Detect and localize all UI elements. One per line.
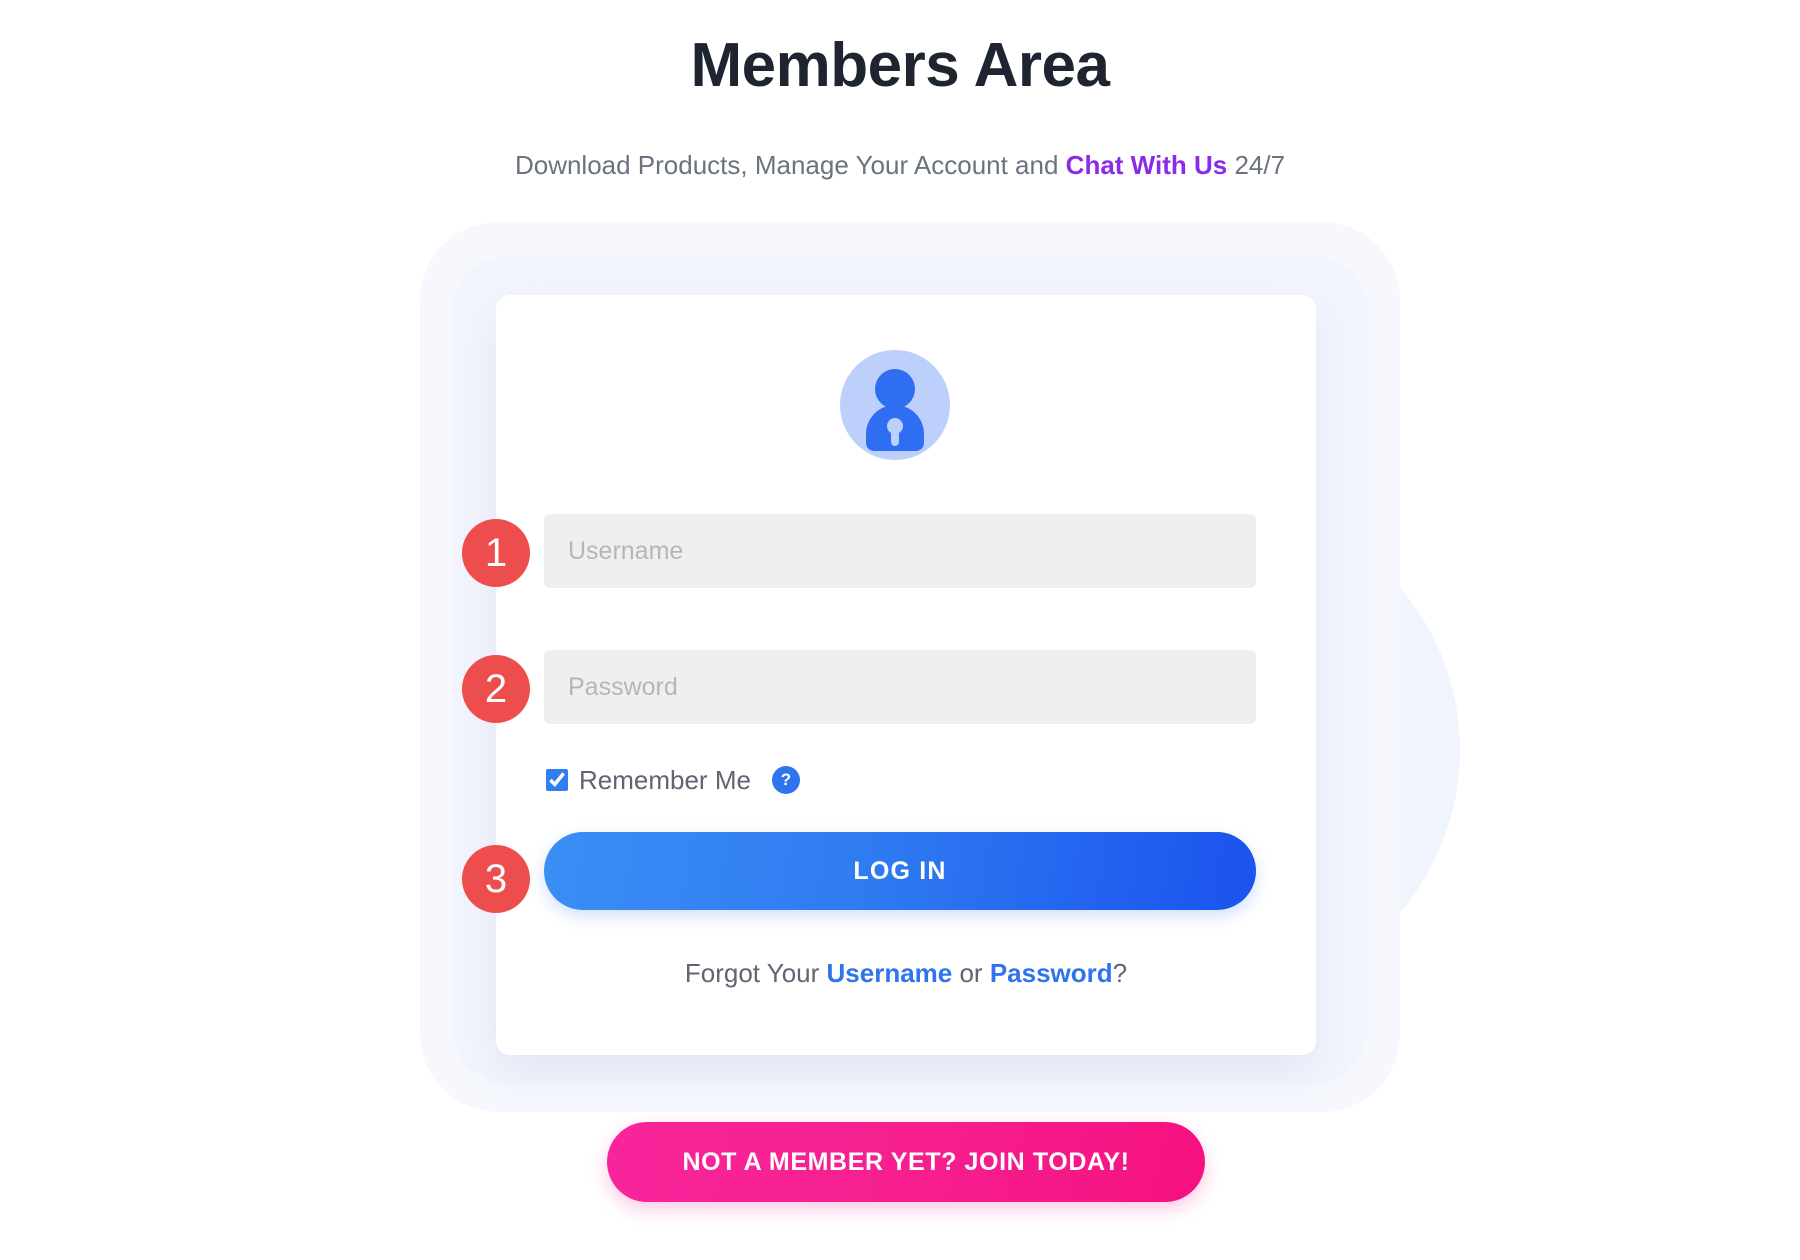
subtitle-suffix-text: 24/7 bbox=[1227, 150, 1286, 180]
forgot-username-link[interactable]: Username bbox=[827, 958, 953, 988]
forgot-password-link[interactable]: Password bbox=[990, 958, 1113, 988]
password-input[interactable] bbox=[544, 650, 1256, 724]
keyhole-stem-icon bbox=[891, 428, 899, 446]
username-input[interactable] bbox=[544, 514, 1256, 588]
step-badge-1: 1 bbox=[462, 519, 530, 587]
avatar-circle-background bbox=[840, 350, 950, 460]
remember-me-row: Remember Me ? bbox=[546, 763, 800, 797]
avatar-head-shape bbox=[875, 369, 915, 409]
subtitle-prefix-text: Download Products, Manage Your Account a… bbox=[514, 150, 1066, 180]
remember-me-label: Remember Me bbox=[579, 765, 751, 795]
user-lock-avatar-icon bbox=[840, 350, 950, 460]
help-question-icon[interactable]: ? bbox=[771, 766, 800, 794]
forgot-credentials-line: Forgot Your Username or Password? bbox=[496, 957, 1316, 989]
forgot-separator-text: or bbox=[952, 958, 990, 988]
step-badge-3: 3 bbox=[462, 845, 530, 913]
join-today-button[interactable]: NOT A MEMBER YET? JOIN TODAY! bbox=[607, 1122, 1205, 1202]
page-subtitle: Download Products, Manage Your Account a… bbox=[0, 148, 1800, 182]
remember-me-checkbox[interactable] bbox=[546, 769, 568, 791]
members-area-login-page: Members Area Download Products, Manage Y… bbox=[0, 0, 1800, 1260]
step-badge-2: 2 bbox=[462, 655, 530, 723]
log-in-button[interactable]: LOG IN bbox=[544, 832, 1256, 910]
chat-with-us-link[interactable]: Chat With Us bbox=[1066, 150, 1228, 180]
forgot-suffix-text: ? bbox=[1112, 958, 1128, 988]
page-title: Members Area bbox=[690, 31, 1110, 100]
forgot-prefix-text: Forgot Your bbox=[684, 958, 827, 988]
